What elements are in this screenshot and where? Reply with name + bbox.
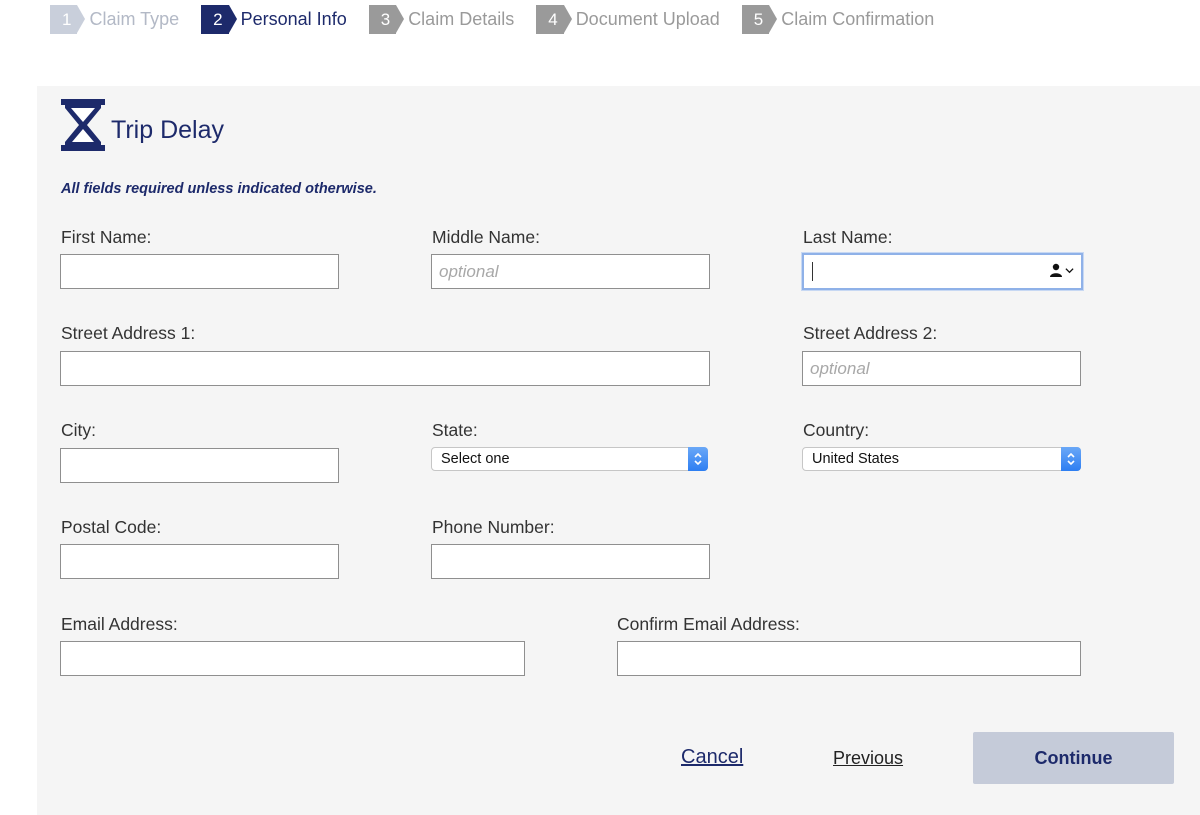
step-number: 1 xyxy=(50,5,87,34)
continue-button[interactable]: Continue xyxy=(973,732,1174,784)
country-select[interactable]: United States xyxy=(802,447,1081,471)
section-header: Trip Delay xyxy=(60,98,224,152)
last-name-label: Last Name: xyxy=(803,227,893,247)
form-panel: Trip Delay All fields required unless in… xyxy=(37,86,1200,815)
step-label: Claim Details xyxy=(408,9,515,29)
street-address-1-input[interactable] xyxy=(60,351,710,386)
postal-code-input[interactable] xyxy=(60,544,339,579)
required-note: All fields required unless indicated oth… xyxy=(61,181,377,197)
phone-number-input[interactable] xyxy=(431,544,710,579)
step-personal-info: 2 Personal Info xyxy=(201,5,347,34)
middle-name-label: Middle Name: xyxy=(432,227,540,247)
step-number: 5 xyxy=(741,5,778,34)
cancel-button[interactable]: Cancel xyxy=(681,746,743,769)
confirm-email-label: Confirm Email Address: xyxy=(617,614,800,634)
step-number: 3 xyxy=(368,5,405,34)
city-input[interactable] xyxy=(60,448,339,483)
person-icon xyxy=(1050,263,1062,277)
street-address-2-input[interactable] xyxy=(802,351,1081,386)
city-label: City: xyxy=(61,420,96,440)
last-name-input[interactable] xyxy=(802,253,1083,290)
email-input[interactable] xyxy=(60,641,525,676)
previous-button[interactable]: Previous xyxy=(833,748,903,769)
first-name-label: First Name: xyxy=(61,227,152,247)
state-select[interactable]: Select one xyxy=(431,447,708,471)
step-claim-type: 1 Claim Type xyxy=(50,5,179,34)
step-claim-details: 3 Claim Details xyxy=(368,5,515,34)
street-address-1-label: Street Address 1: xyxy=(61,323,196,343)
step-label: Document Upload xyxy=(575,9,720,29)
country-selected-value: United States xyxy=(812,451,900,467)
state-label: State: xyxy=(432,420,478,440)
select-arrows-icon xyxy=(688,447,708,471)
postal-code-label: Postal Code: xyxy=(61,517,162,537)
state-selected-value: Select one xyxy=(441,451,510,467)
chevron-down-icon xyxy=(1065,267,1074,273)
step-claim-confirmation: 5 Claim Confirmation xyxy=(741,5,935,34)
step-label: Claim Confirmation xyxy=(781,9,935,29)
first-name-input[interactable] xyxy=(60,254,339,289)
phone-number-label: Phone Number: xyxy=(432,517,555,537)
step-label: Claim Type xyxy=(89,9,180,29)
country-label: Country: xyxy=(803,420,870,440)
select-arrows-icon xyxy=(1061,447,1081,471)
hourglass-icon xyxy=(61,99,105,151)
middle-name-input[interactable] xyxy=(431,254,710,289)
page-title: Trip Delay xyxy=(111,115,224,144)
street-address-2-label: Street Address 2: xyxy=(803,323,938,343)
step-document-upload: 4 Document Upload xyxy=(536,5,720,34)
progress-stepper: 1 Claim Type 2 Personal Info 3 Claim Det… xyxy=(50,5,956,34)
step-label: Personal Info xyxy=(240,9,347,29)
text-cursor xyxy=(812,262,813,281)
confirm-email-input[interactable] xyxy=(617,641,1081,676)
step-number: 4 xyxy=(536,5,573,34)
step-number: 2 xyxy=(201,5,238,34)
autofill-button[interactable] xyxy=(1049,263,1074,277)
email-label: Email Address: xyxy=(61,614,178,634)
